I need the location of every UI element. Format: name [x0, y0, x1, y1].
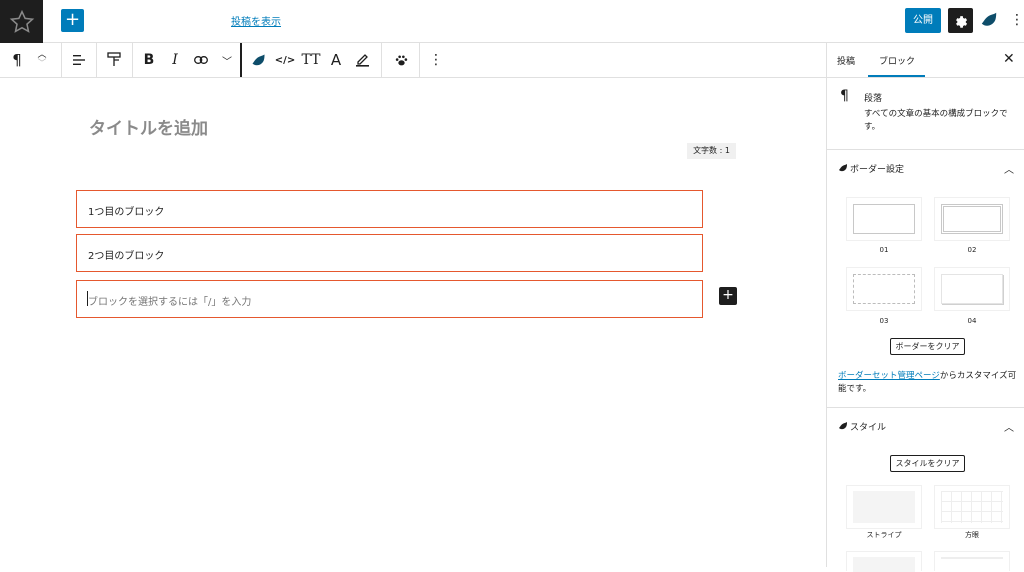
style-option-label: 方眼: [965, 531, 979, 539]
clear-style-button[interactable]: スタイルをクリア: [890, 455, 965, 472]
active-tab-indicator: [868, 75, 925, 77]
paragraph-icon: ¶: [840, 88, 849, 104]
toolbar-divider: [61, 43, 62, 77]
block-text: 2つ目のブロック: [88, 251, 165, 262]
block-inserter-button[interactable]: +: [719, 287, 737, 305]
chevron-down-icon: ﹀: [222, 56, 232, 68]
style-option[interactable]: [934, 551, 1010, 571]
marker-icon: [355, 54, 369, 67]
leaf-icon: [252, 54, 264, 65]
align-left-icon: [73, 55, 85, 65]
chevron-up-icon: ︿: [1004, 423, 1014, 434]
paragraph-transform-button[interactable]: ¶: [4, 43, 30, 77]
style-preview: [853, 491, 915, 523]
border-help-text: ボーダーセット管理ページからカスタマイズ可能です。: [838, 370, 1018, 396]
block-card-title: 段落: [864, 94, 883, 104]
more-format-dropdown[interactable]: ﹀: [218, 43, 236, 77]
block-card: ¶ 段落 すべての文章の基本の構成ブロックです。: [827, 78, 1024, 150]
border-option-04[interactable]: [934, 267, 1010, 311]
block-toolbar: ¶ ︿ ﹀ B I ﹀ </> TT A ⋮: [0, 43, 826, 78]
style-panel-title: スタイル: [850, 423, 887, 433]
text-color-button[interactable]: A: [326, 43, 346, 77]
style-option[interactable]: [846, 551, 922, 572]
toolbar-divider: [419, 43, 420, 77]
style-preview: [853, 557, 915, 572]
leaf-icon: [839, 164, 847, 172]
chevron-up-icon: ︿: [1004, 165, 1014, 176]
toolbar-divider: [96, 43, 97, 77]
border-option-label: 04: [967, 317, 977, 325]
toolbar-divider: [381, 43, 382, 77]
style-option-stripe[interactable]: [846, 485, 922, 529]
block-options-icon[interactable]: ⋮: [426, 43, 446, 77]
style-panel-toggle[interactable]: スタイル ︿: [827, 408, 1024, 444]
plugin-format-button[interactable]: [247, 43, 269, 77]
paw-icon: [395, 54, 407, 65]
gear-icon: [956, 16, 968, 28]
close-icon[interactable]: ✕: [1003, 51, 1015, 67]
border-option-label: 03: [879, 317, 889, 325]
post-title-input[interactable]: タイトルを追加: [89, 114, 208, 139]
leaf-icon: [839, 422, 847, 430]
highlight-button[interactable]: [351, 43, 373, 77]
sidebar-tabs: 投稿 ブロック ✕: [827, 43, 1024, 78]
border-option-03[interactable]: [846, 267, 922, 311]
style-preview: [941, 557, 1003, 572]
border-panel-toggle[interactable]: ボーダー設定 ︿: [827, 150, 1024, 186]
plus-icon: +: [722, 287, 734, 303]
settings-sidebar: 投稿 ブロック ✕ ¶ 段落 すべての文章の基本の構成ブロックです。 ボーダー設…: [826, 43, 1024, 572]
tab-block[interactable]: ブロック: [879, 54, 915, 67]
more-options-icon[interactable]: ⋮: [1010, 10, 1024, 30]
inline-code-button[interactable]: </>: [274, 43, 296, 77]
move-buttons[interactable]: ︿ ﹀: [33, 43, 51, 77]
leaf-icon: [981, 12, 997, 26]
view-post-link[interactable]: 投稿を表示: [231, 13, 281, 28]
style-preview: [941, 491, 1003, 523]
tab-post[interactable]: 投稿: [837, 54, 855, 67]
plus-icon: +: [64, 9, 81, 30]
border-option-label: 01: [879, 246, 889, 254]
paw-button[interactable]: [389, 43, 413, 77]
star-icon: [9, 9, 34, 33]
paragraph-block[interactable]: 2つ目のブロック: [76, 234, 703, 272]
clear-border-button[interactable]: ボーダーをクリア: [890, 338, 965, 355]
editor-canvas: タイトルを追加 文字数 : 1 1つ目のブロック 2つ目のブロック ブロックを選…: [0, 78, 826, 567]
link-icon: [194, 56, 208, 64]
border-preview: [853, 274, 915, 304]
word-count-badge: 文字数 : 1: [687, 143, 736, 159]
block-card-description: すべての文章の基本の構成ブロックです。: [864, 109, 1008, 132]
link-button[interactable]: [191, 43, 211, 77]
style-option-grid[interactable]: [934, 485, 1010, 529]
publish-button[interactable]: 公開: [905, 8, 941, 33]
plugin-leaf-button[interactable]: [980, 11, 998, 29]
align-button[interactable]: [66, 43, 92, 77]
border-settings-link[interactable]: ボーダーセット管理ページ: [838, 371, 940, 381]
paragraph-block[interactable]: 1つ目のブロック: [76, 190, 703, 228]
paint-roller-icon: [107, 52, 121, 66]
border-option-02[interactable]: [934, 197, 1010, 241]
empty-paragraph-block[interactable]: ブロックを選択するには「/」を入力: [76, 280, 703, 318]
bold-button[interactable]: B: [139, 43, 159, 77]
border-preview: [853, 204, 915, 234]
border-preview: [941, 274, 1003, 304]
paragraph-icon: ¶: [12, 51, 22, 69]
border-option-01[interactable]: [846, 197, 922, 241]
border-option-label: 02: [967, 246, 977, 254]
border-panel-title: ボーダー設定: [850, 165, 905, 175]
style-option-label: ストライプ: [866, 531, 902, 539]
font-size-button[interactable]: TT: [299, 43, 323, 77]
border-preview: [941, 204, 1003, 234]
block-placeholder: ブロックを選択するには「/」を入力: [88, 297, 252, 308]
italic-button[interactable]: I: [165, 43, 185, 77]
block-text: 1つ目のブロック: [88, 207, 165, 218]
settings-button[interactable]: [948, 8, 973, 33]
top-bar: + 投稿を表示 公開 ⋮: [0, 0, 1024, 43]
chevron-down-icon[interactable]: ﹀: [37, 60, 46, 69]
toolbar-divider: [240, 43, 242, 77]
styles-button[interactable]: [101, 43, 127, 77]
site-logo-button[interactable]: [0, 0, 43, 43]
add-block-button[interactable]: +: [61, 9, 84, 32]
toolbar-divider: [132, 43, 133, 77]
